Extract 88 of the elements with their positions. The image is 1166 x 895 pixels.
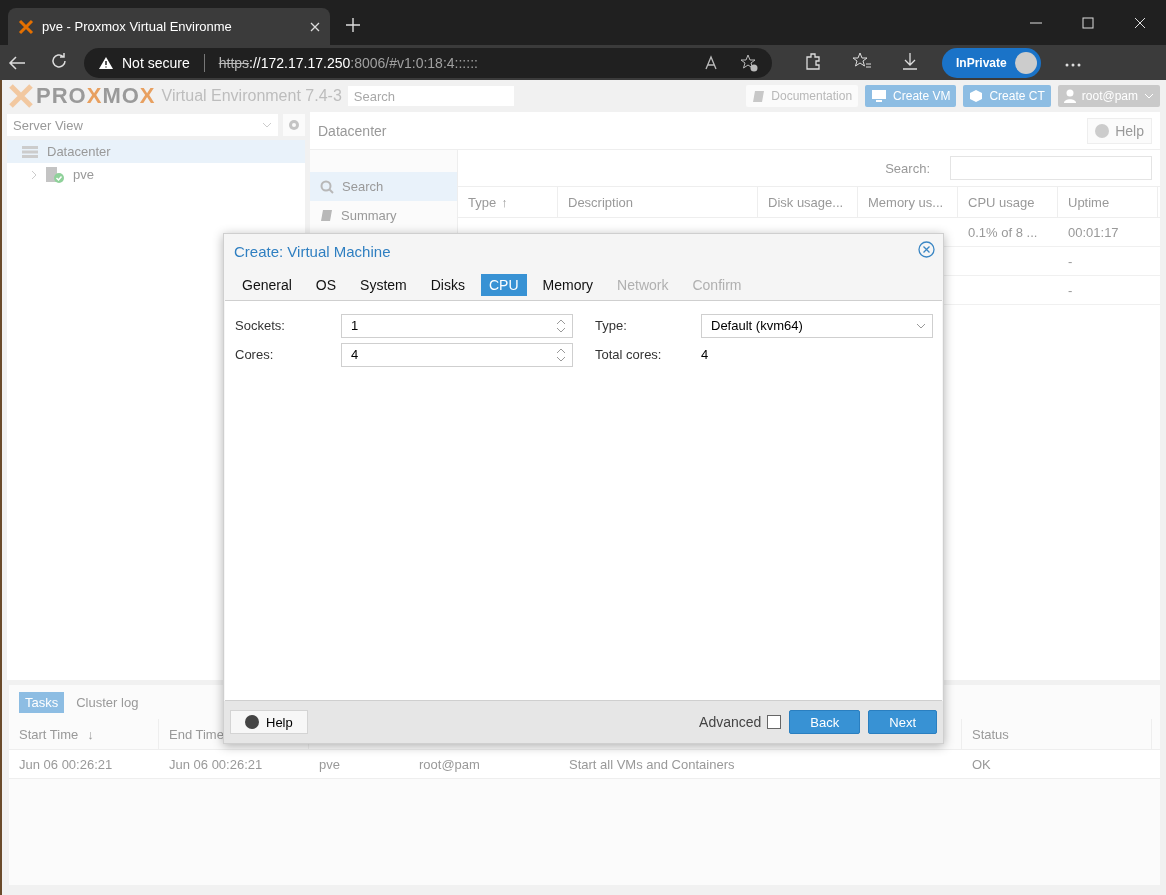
wizard-tab[interactable]: Memory xyxy=(534,274,602,296)
search-field[interactable]: Search xyxy=(347,86,514,106)
warning-icon xyxy=(98,55,114,70)
table-cell-text: Jun 06 00:26:21 xyxy=(18,755,114,774)
column-header[interactable]: Disk usage... xyxy=(758,187,858,217)
advanced-checkbox[interactable] xyxy=(767,715,782,729)
table-cell-text: - xyxy=(1067,252,1074,271)
help-button[interactable]: Help xyxy=(230,710,308,734)
logo-text: PROXMOX xyxy=(36,83,156,109)
help-button[interactable]: Help xyxy=(1087,117,1152,144)
table-cell-text: OK xyxy=(971,755,992,774)
field-label: Cores: xyxy=(235,347,275,362)
wizard-tab[interactable]: Disks xyxy=(422,274,473,296)
wizard-tab[interactable]: System xyxy=(352,274,415,296)
close-icon xyxy=(918,241,935,258)
maximize-icon xyxy=(1082,16,1094,29)
close-icon xyxy=(1134,16,1146,29)
field-label: Total cores: xyxy=(595,347,663,362)
wizard-tab[interactable]: OS xyxy=(307,274,345,296)
chevron-down-icon xyxy=(262,122,272,128)
star-add-icon xyxy=(740,53,758,72)
settings-button[interactable] xyxy=(283,114,305,136)
dialog-title: Create: Virtual Machine xyxy=(234,242,391,260)
back-arrow-icon xyxy=(8,54,26,71)
advanced-label: Advanced xyxy=(699,714,762,730)
column-header[interactable]: Memory us... xyxy=(858,187,958,217)
type-dropdown[interactable]: Default (kvm64) xyxy=(701,313,933,338)
address-bar[interactable]: Not secure https://172.17.17.250:8006/#v1:0:18:4:::::: xyxy=(84,47,772,78)
security-label: Not secure xyxy=(122,54,190,71)
profile-button[interactable]: InPrivate xyxy=(942,47,1041,78)
url-text: https://172.17.17.250:8006/#v1:0:18:4:::::: xyxy=(218,54,478,71)
header-button[interactable]: Create VM xyxy=(865,85,957,107)
cube-icon xyxy=(969,89,984,103)
panel-tab[interactable]: Cluster log xyxy=(70,691,145,713)
search-icon xyxy=(320,179,334,194)
column-header[interactable]: Description xyxy=(558,187,758,217)
more-icon xyxy=(1064,63,1081,67)
search-label: Search: xyxy=(885,160,930,176)
nav-item[interactable]: Search xyxy=(310,172,457,201)
plus-icon xyxy=(346,18,360,32)
column-header[interactable]: CPU usage xyxy=(958,187,1058,217)
field-value: 4 xyxy=(701,347,709,362)
table-cell-text: root@pam xyxy=(418,755,481,774)
tree-item[interactable]: pve xyxy=(7,163,305,186)
column-header[interactable]: Status xyxy=(962,719,1152,749)
x-logo-icon xyxy=(8,84,34,108)
table-cell-text: 00:01:17 xyxy=(1067,223,1120,242)
table-cell-text: Start all VMs and Containers xyxy=(568,755,736,774)
panel-tab[interactable]: Tasks xyxy=(19,691,65,713)
column-header[interactable]: Start Time ↓ xyxy=(9,719,159,749)
spinner-arrows-icon xyxy=(556,346,566,363)
table-cell-text: Jun 06 00:26:21 xyxy=(168,755,264,774)
avatar-icon xyxy=(1014,51,1037,74)
wizard-button[interactable]: Next xyxy=(868,710,937,734)
panel-title: Datacenter xyxy=(318,122,387,139)
header-button[interactable]: Create CT xyxy=(963,85,1051,107)
refresh-icon xyxy=(50,52,68,70)
tree-item[interactable]: Datacenter xyxy=(7,140,305,163)
chevron-right-icon xyxy=(31,169,37,180)
wizard-button[interactable]: Back xyxy=(789,710,861,734)
puzzle-icon xyxy=(804,52,822,70)
chevron-down-icon xyxy=(916,322,926,329)
download-icon xyxy=(902,52,918,70)
table-cell-text: pve xyxy=(318,755,341,774)
server-check-icon xyxy=(45,165,65,184)
monitor-icon xyxy=(871,89,888,103)
spinner-arrows-icon xyxy=(556,317,566,334)
header-button[interactable]: Documentation xyxy=(746,85,859,107)
browser-tab[interactable]: pve - Proxmox Virtual Environme xyxy=(8,8,330,45)
search-field[interactable] xyxy=(950,156,1152,180)
user-icon xyxy=(1063,89,1076,103)
nav-item[interactable]: Summary xyxy=(310,201,457,230)
field-label: Type: xyxy=(595,318,628,333)
close-icon xyxy=(310,21,320,32)
wizard-tab[interactable]: CPU xyxy=(480,274,527,296)
table-cell-text: - xyxy=(1067,281,1074,300)
number-field[interactable]: 1 xyxy=(341,313,573,338)
favorites-icon xyxy=(852,52,872,70)
table-cell-text: 0.1% of 8 ... xyxy=(967,223,1039,242)
chevron-down-icon xyxy=(1144,93,1154,99)
number-field[interactable]: 4 xyxy=(341,342,573,367)
column-header[interactable]: Type ↑ xyxy=(458,187,558,217)
column-header[interactable]: Uptime xyxy=(1058,187,1158,217)
field-label: Sockets: xyxy=(235,318,286,333)
server-rack-icon xyxy=(21,144,39,159)
app-logo-icon xyxy=(18,18,34,35)
view-select[interactable]: Server View xyxy=(7,114,278,136)
wizard-tab[interactable]: General xyxy=(234,274,300,296)
